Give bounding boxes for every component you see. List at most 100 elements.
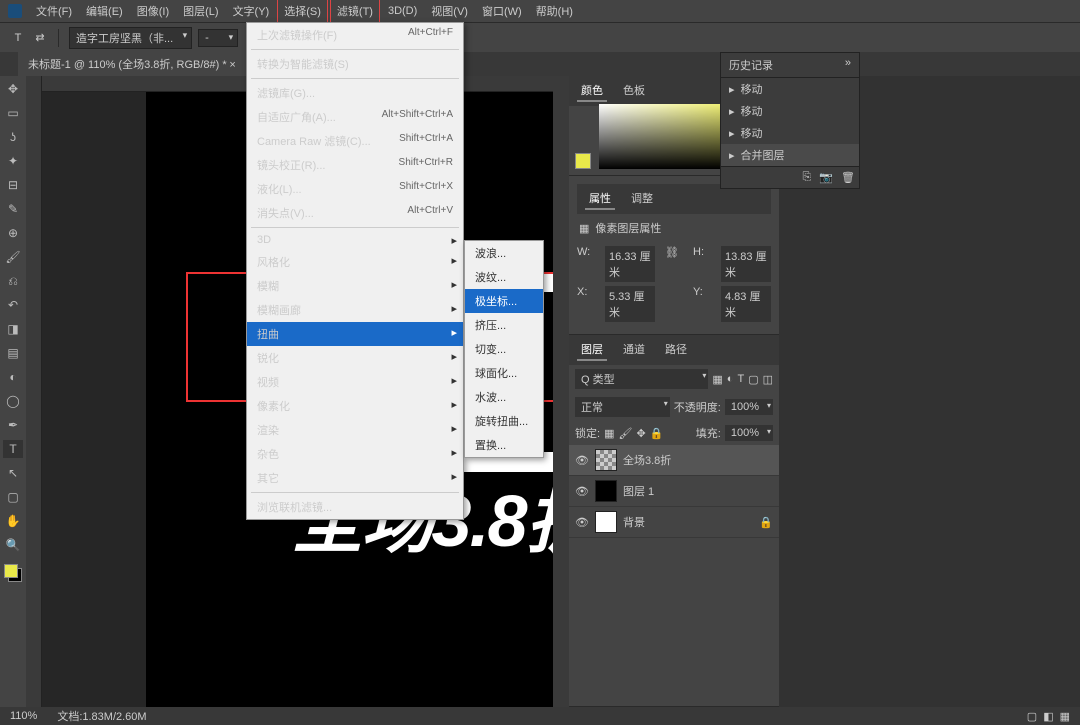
document-tab[interactable]: 未标题-1 @ 110% (全场3.8折, RGB/8#) * × [18, 52, 247, 76]
filter-item[interactable]: 像素化 [247, 394, 463, 418]
hand-tool[interactable]: ✋ [3, 512, 23, 530]
color-swatch[interactable] [4, 564, 22, 582]
distort-item[interactable]: 波浪... [465, 241, 543, 265]
blend-mode-dropdown[interactable]: 正常 [575, 397, 670, 417]
pen-tool[interactable]: ✒ [3, 416, 23, 434]
filter-item[interactable]: Camera Raw 滤镜(C)...Shift+Ctrl+A [247, 129, 463, 153]
lock-all-icon[interactable]: 🔒 [650, 427, 664, 440]
status-icon[interactable]: ▢ [1027, 710, 1037, 723]
filter-item[interactable]: 杂色 [247, 442, 463, 466]
layer-name[interactable]: 背景 [623, 514, 645, 530]
menu-view[interactable]: 视图(V) [425, 0, 474, 22]
close-icon[interactable]: × [229, 59, 235, 71]
filter-item[interactable]: 锐化 [247, 346, 463, 370]
filter-smart-icon[interactable]: ◫ [763, 373, 773, 386]
menu-type[interactable]: 文字(Y) [227, 0, 276, 22]
tab-paths[interactable]: 路径 [661, 339, 691, 361]
filter-item[interactable]: 3D [247, 230, 463, 250]
lock-paint-icon[interactable]: 🖌 [618, 427, 632, 440]
brush-tool[interactable]: 🖌 [3, 248, 23, 266]
foreground-swatch[interactable] [575, 153, 591, 169]
filter-item[interactable]: 滤镜库(G)... [247, 81, 463, 105]
distort-item[interactable]: 切变... [465, 337, 543, 361]
distort-item[interactable]: 置换... [465, 433, 543, 457]
layer-name[interactable]: 全场3.8折 [623, 452, 671, 468]
history-item[interactable]: ▸移动 [721, 122, 859, 144]
filter-shape-icon[interactable]: ▢ [748, 373, 758, 386]
menu-file[interactable]: 文件(F) [30, 0, 78, 22]
tab-layers[interactable]: 图层 [577, 339, 607, 361]
distort-item[interactable]: 水波... [465, 385, 543, 409]
filter-item[interactable]: 消失点(V)...Alt+Ctrl+V [247, 201, 463, 225]
filter-item[interactable]: 其它 [247, 466, 463, 490]
move-tool[interactable]: ✥ [3, 80, 23, 98]
filter-item[interactable]: 扭曲 [247, 322, 463, 346]
distort-item[interactable]: 波纹... [465, 265, 543, 289]
lock-transparent-icon[interactable]: ▦ [604, 427, 614, 440]
y-field[interactable]: 4.83 厘米 [721, 286, 771, 322]
lasso-tool[interactable]: ʖ [3, 128, 23, 146]
stamp-tool[interactable]: ⎌ [3, 272, 23, 290]
eraser-tool[interactable]: ◨ [3, 320, 23, 338]
eyedropper-tool[interactable]: ✎ [3, 200, 23, 218]
zoom-level[interactable]: 110% [10, 710, 37, 722]
filter-item[interactable]: 渲染 [247, 418, 463, 442]
blur-tool[interactable]: ◐ [3, 368, 23, 386]
history-item[interactable]: ▸移动 [721, 100, 859, 122]
menu-select[interactable]: 选择(S) [277, 0, 328, 23]
layer-row[interactable]: 👁图层 1 [569, 476, 779, 507]
fill-field[interactable]: 100% [725, 425, 773, 441]
width-field[interactable]: 16.33 厘米 [605, 246, 655, 282]
menu-edit[interactable]: 编辑(E) [80, 0, 129, 22]
link-icon[interactable]: ⛓ [665, 246, 683, 282]
distort-item[interactable]: 球面化... [465, 361, 543, 385]
trash-icon[interactable]: 🗑 [841, 171, 855, 184]
distort-item[interactable]: 旋转扭曲... [465, 409, 543, 433]
opacity-field[interactable]: 100% [725, 399, 773, 415]
menu-window[interactable]: 窗口(W) [476, 0, 528, 22]
tab-channels[interactable]: 通道 [619, 339, 649, 361]
heal-tool[interactable]: ⊕ [3, 224, 23, 242]
filter-item[interactable]: 镜头校正(R)...Shift+Ctrl+R [247, 153, 463, 177]
status-icon[interactable]: ▦ [1060, 710, 1070, 723]
history-item[interactable]: ▸合并图层 [721, 144, 859, 166]
history-item[interactable]: ▸移动 [721, 78, 859, 100]
snapshot-dup-icon[interactable]: ⎘ [803, 171, 812, 184]
shape-tool[interactable]: ▢ [3, 488, 23, 506]
filter-item[interactable]: 转换为智能滤镜(S) [247, 52, 463, 76]
x-field[interactable]: 5.33 厘米 [605, 286, 655, 322]
wand-tool[interactable]: ✦ [3, 152, 23, 170]
filter-item[interactable]: 风格化 [247, 250, 463, 274]
layer-name[interactable]: 图层 1 [623, 483, 654, 499]
menu-layer[interactable]: 图层(L) [177, 0, 224, 22]
font-style-dropdown[interactable]: - [198, 29, 238, 47]
filter-item[interactable]: 模糊 [247, 274, 463, 298]
menu-filter[interactable]: 滤镜(T) [330, 0, 380, 23]
filter-item[interactable]: 液化(L)...Shift+Ctrl+X [247, 177, 463, 201]
path-tool[interactable]: ↖ [3, 464, 23, 482]
visibility-icon[interactable]: 👁 [575, 516, 589, 529]
filter-type-icon[interactable]: T [737, 373, 744, 385]
height-field[interactable]: 13.83 厘米 [721, 246, 771, 282]
layer-row[interactable]: 👁全场3.8折 [569, 445, 779, 476]
menu-3d[interactable]: 3D(D) [382, 2, 423, 20]
crop-tool[interactable]: ⊟ [3, 176, 23, 194]
dodge-tool[interactable]: ◯ [3, 392, 23, 410]
filter-item[interactable]: 视频 [247, 370, 463, 394]
tab-swatches[interactable]: 色板 [619, 80, 649, 102]
filter-item[interactable]: 自适应广角(A)...Alt+Shift+Ctrl+A [247, 105, 463, 129]
filter-adjust-icon[interactable]: ◐ [727, 373, 734, 385]
type-tool[interactable]: T [3, 440, 23, 458]
distort-item[interactable]: 挤压... [465, 313, 543, 337]
history-brush-tool[interactable]: ↶ [3, 296, 23, 314]
status-icon[interactable]: ◧ [1043, 710, 1053, 723]
menu-help[interactable]: 帮助(H) [530, 0, 579, 22]
marquee-tool[interactable]: ▭ [3, 104, 23, 122]
tab-properties[interactable]: 属性 [585, 188, 615, 210]
zoom-tool[interactable]: 🔍 [3, 536, 23, 554]
layer-row[interactable]: 👁背景🔒 [569, 507, 779, 538]
tab-color[interactable]: 颜色 [577, 80, 607, 102]
filter-item[interactable]: 浏览联机滤镜... [247, 495, 463, 519]
distort-item[interactable]: 极坐标... [465, 289, 543, 313]
filter-image-icon[interactable]: ▦ [712, 373, 722, 386]
